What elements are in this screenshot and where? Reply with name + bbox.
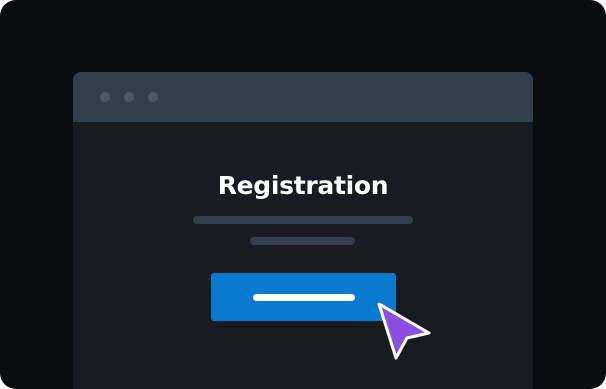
window-dot-icon — [148, 92, 158, 102]
page-title: Registration — [217, 171, 389, 200]
text-placeholder-line — [250, 237, 355, 245]
window-titlebar — [73, 72, 533, 122]
cursor-arrow-icon — [377, 302, 431, 360]
browser-window: Registration — [73, 72, 533, 389]
text-placeholder-line — [193, 216, 413, 224]
register-button[interactable] — [211, 273, 396, 321]
window-dot-icon — [100, 92, 110, 102]
window-dot-icon — [124, 92, 134, 102]
illustration-frame: Registration — [0, 0, 606, 389]
button-label-placeholder — [253, 294, 355, 301]
